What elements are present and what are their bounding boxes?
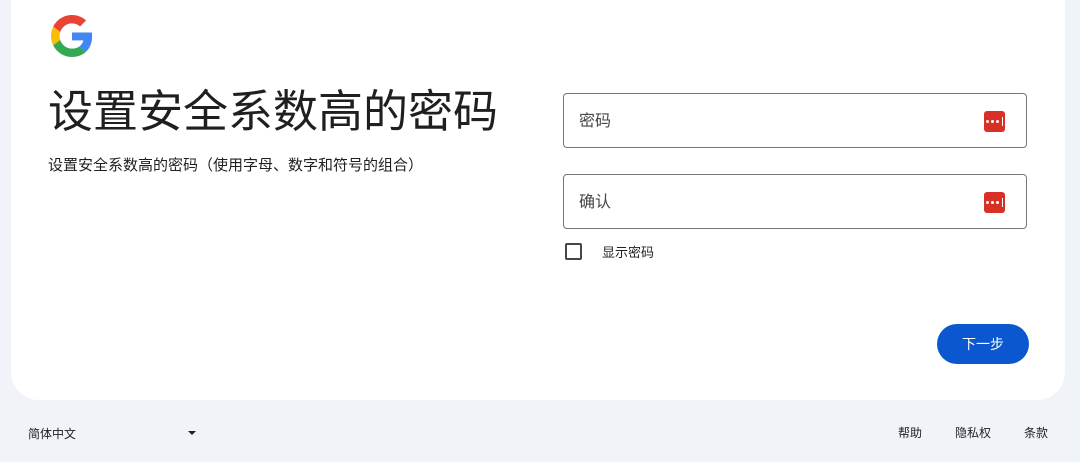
help-link[interactable]: 帮助	[898, 424, 922, 441]
password-key-icon[interactable]	[984, 192, 1005, 213]
terms-link[interactable]: 条款	[1024, 424, 1048, 441]
password-key-icon[interactable]	[984, 111, 1005, 132]
show-password-checkbox[interactable]	[565, 242, 582, 260]
confirm-password-field[interactable]	[563, 174, 1027, 229]
google-logo-icon	[51, 15, 93, 57]
show-password-row[interactable]: 显示密码	[565, 241, 654, 261]
privacy-link[interactable]: 隐私权	[955, 424, 991, 441]
caret-down-icon	[188, 431, 196, 435]
password-input[interactable]	[579, 94, 969, 147]
footer: 简体中文 帮助 隐私权 条款	[0, 412, 1080, 452]
show-password-label[interactable]: 显示密码	[602, 242, 654, 261]
next-button[interactable]: 下一步	[937, 324, 1029, 364]
page-title: 设置安全系数高的密码	[48, 85, 499, 138]
page-subtitle: 设置安全系数高的密码（使用字母、数字和符号的组合）	[48, 156, 424, 174]
confirm-password-input[interactable]	[579, 175, 969, 228]
password-field[interactable]	[563, 93, 1027, 148]
language-select-value: 简体中文	[28, 426, 77, 441]
language-select[interactable]: 简体中文	[28, 424, 200, 442]
